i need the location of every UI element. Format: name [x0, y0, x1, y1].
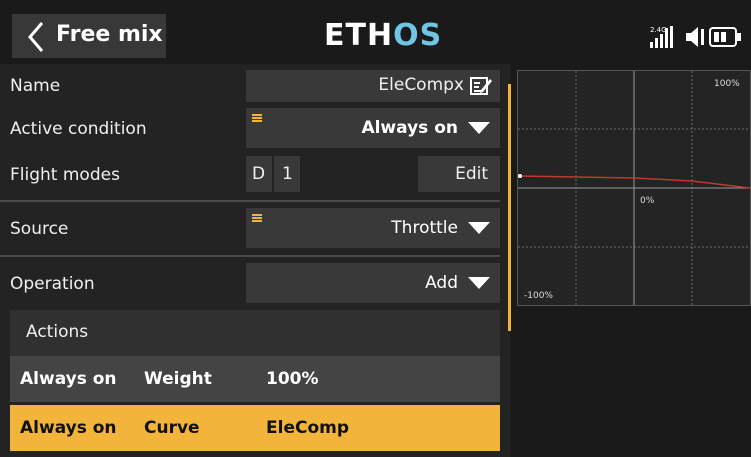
scrollbar[interactable]	[508, 84, 511, 331]
actions-header-label: Actions	[26, 322, 89, 342]
action-condition: Always on	[20, 418, 117, 438]
active-condition-value-wrap: Always on	[361, 118, 490, 138]
source-select[interactable]: Throttle	[246, 208, 500, 248]
flight-mode-1[interactable]: 1	[274, 156, 300, 192]
status-icons: 2.4G	[650, 26, 741, 48]
operation-row: Operation Add	[0, 263, 510, 303]
source-label: Source	[10, 219, 69, 239]
battery-icon	[709, 27, 741, 47]
flight-modes-row: Flight modes D 1 Edit	[0, 156, 510, 192]
action-row[interactable]: Always on Weight 100%	[10, 356, 500, 402]
name-value: EleCompx	[378, 75, 464, 95]
curve-graph-svg: 100% 0% -100%	[517, 71, 751, 305]
curve-point	[518, 174, 522, 178]
graph-label-mid: 0%	[640, 196, 655, 206]
flight-modes-edit-button[interactable]: Edit	[418, 156, 500, 192]
divider	[0, 255, 500, 257]
operation-value-wrap: Add	[425, 273, 490, 293]
operation-label: Operation	[10, 274, 95, 294]
action-value: EleComp	[266, 418, 350, 438]
divider	[0, 200, 500, 202]
dropdown-arrow-icon	[468, 122, 490, 134]
flight-modes-label: Flight modes	[10, 165, 120, 185]
signal-label: 2.4G	[650, 26, 667, 34]
action-value: 100%	[266, 369, 319, 389]
menu-indicator-icon	[252, 114, 262, 123]
name-label: Name	[10, 76, 61, 96]
edit-icon[interactable]	[470, 76, 492, 96]
action-condition: Always on	[20, 369, 117, 389]
operation-select[interactable]: Add	[246, 263, 500, 303]
active-condition-label: Active condition	[10, 119, 147, 139]
top-bar: Free mix ETHOS 2.4G	[0, 0, 751, 64]
dropdown-arrow-icon	[468, 222, 490, 234]
menu-indicator-icon	[252, 214, 262, 223]
graph-label-top: 100%	[714, 79, 740, 89]
chevron-left-icon[interactable]	[26, 20, 46, 54]
action-type: Curve	[144, 418, 200, 438]
graph-label-bottom: -100%	[524, 291, 553, 301]
source-row: Source Throttle	[0, 208, 510, 248]
name-row: Name EleCompx	[0, 70, 510, 102]
active-condition-select[interactable]: Always on	[246, 108, 500, 148]
action-type: Weight	[144, 369, 212, 389]
page-title: Free mix	[56, 22, 163, 47]
actions-header: Actions	[10, 310, 500, 356]
source-value-wrap: Throttle	[391, 218, 490, 238]
dropdown-arrow-icon	[468, 277, 490, 289]
name-field[interactable]: EleCompx	[246, 70, 500, 102]
active-condition-row: Active condition Always on	[0, 108, 510, 148]
flight-mode-d[interactable]: D	[246, 156, 272, 192]
curve-graph: 100% 0% -100%	[517, 70, 751, 306]
ethos-logo: ETHOS	[324, 18, 443, 53]
speaker-icon	[686, 27, 704, 47]
action-row-selected[interactable]: Always on Curve EleComp	[10, 405, 500, 451]
